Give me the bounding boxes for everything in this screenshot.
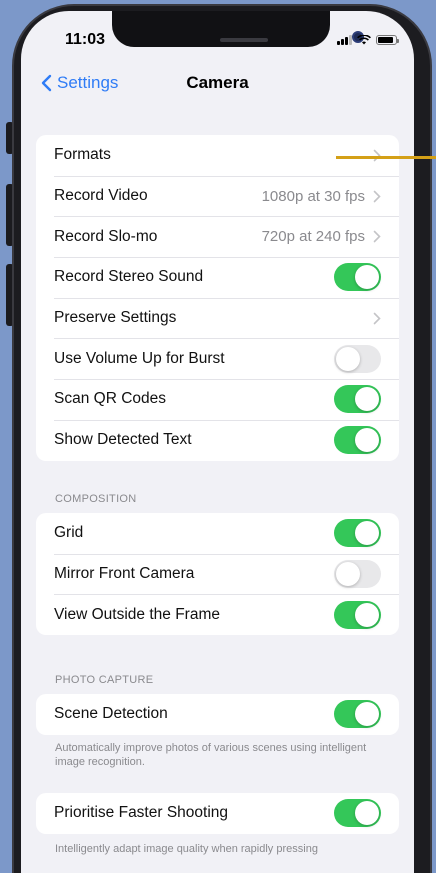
composition-header: COMPOSITION — [55, 493, 137, 505]
annotation-arrow — [336, 156, 436, 159]
photo-capture-group: Scene Detection — [36, 694, 399, 735]
toggle-knob — [336, 562, 360, 587]
toggle-knob — [355, 702, 379, 727]
row-label: Show Detected Text — [54, 431, 192, 449]
screen: 11:03 Settings Camera Formats Record Vide… — [21, 11, 414, 873]
row-label: Scan QR Codes — [54, 390, 166, 408]
row-label: Formats — [54, 146, 111, 164]
camera-settings-group: Formats Record Video 1080p at 30 fps Record… — [36, 135, 399, 461]
settings-row-preserve-settings[interactable]: Preserve Settings — [36, 297, 399, 339]
speaker-grille — [220, 38, 268, 42]
settings-row-record-video[interactable]: Record Video 1080p at 30 fps — [36, 175, 399, 217]
row-accessory — [334, 263, 381, 292]
toggle-knob — [355, 801, 379, 826]
page-title: Camera — [186, 73, 249, 92]
scene-detection-toggle[interactable] — [334, 700, 381, 729]
settings-row-grid: Grid — [36, 513, 399, 554]
settings-row-scan-qr-codes: Scan QR Codes — [36, 379, 399, 420]
toggle-knob — [355, 521, 379, 546]
settings-row-prioritise-faster-shooting: Prioritise Faster Shooting — [36, 793, 399, 834]
composition-group: Grid Mirror Front Camera View Outside the … — [36, 513, 399, 636]
wifi-icon — [357, 35, 371, 45]
settings-row-scene-detection: Scene Detection — [36, 694, 399, 735]
toggle-knob — [355, 428, 379, 453]
row-accessory: 720p at 240 fps — [262, 228, 381, 245]
row-accessory — [334, 385, 381, 414]
row-accessory — [334, 799, 381, 828]
cellular-signal-icon — [337, 35, 352, 45]
row-label: Record Slo-mo — [54, 227, 158, 245]
settings-row-mirror-front-camera: Mirror Front Camera — [36, 553, 399, 595]
row-accessory — [373, 312, 381, 325]
settings-row-view-outside-the-frame: View Outside the Frame — [36, 594, 399, 635]
record-stereo-sound-toggle[interactable] — [334, 263, 381, 292]
row-value: 720p at 240 fps — [261, 228, 365, 246]
row-label: Mirror Front Camera — [54, 565, 195, 583]
view-outside-the-frame-toggle[interactable] — [334, 600, 381, 629]
row-accessory — [334, 700, 381, 729]
row-accessory — [334, 519, 381, 548]
row-accessory — [334, 600, 381, 629]
row-value: 1080p at 30 fps — [261, 187, 365, 205]
row-accessory: 1080p at 30 fps — [262, 188, 381, 205]
status-time: 11:03 — [65, 31, 106, 48]
row-label: Record Video — [54, 187, 148, 205]
row-label: Preserve Settings — [54, 309, 177, 327]
faster-shooting-group: Prioritise Faster Shooting — [36, 793, 399, 834]
scene-detection-footnote: Automatically improve photos of various … — [55, 742, 367, 768]
use-volume-up-for-burst-toggle[interactable] — [334, 344, 381, 373]
show-detected-text-toggle[interactable] — [334, 426, 381, 455]
scan-qr-codes-toggle[interactable] — [334, 385, 381, 414]
mirror-front-camera-toggle[interactable] — [334, 560, 381, 589]
notch — [112, 11, 364, 47]
row-label: Scene Detection — [54, 705, 168, 723]
settings-row-show-detected-text: Show Detected Text — [36, 419, 399, 461]
photo-capture-header: PHOTO CAPTURE — [55, 674, 154, 686]
chevron-right-icon — [373, 190, 381, 202]
row-accessory — [334, 344, 381, 373]
settings-row-use-volume-up-for-burst: Use Volume Up for Burst — [36, 338, 399, 379]
row-accessory — [334, 426, 381, 455]
settings-row-record-slo-mo[interactable]: Record Slo-mo 720p at 240 fps — [36, 216, 399, 257]
row-accessory — [334, 560, 381, 589]
grid-toggle[interactable] — [334, 519, 381, 548]
faster-shooting-footnote: Intelligently adapt image quality when r… — [55, 843, 318, 855]
row-label: Record Stereo Sound — [54, 268, 204, 286]
settings-row-record-stereo-sound: Record Stereo Sound — [36, 257, 399, 298]
row-label: Prioritise Faster Shooting — [54, 804, 229, 822]
battery-icon — [376, 35, 399, 45]
row-label: View Outside the Frame — [54, 605, 220, 623]
toggle-knob — [336, 346, 360, 371]
chevron-right-icon — [373, 312, 381, 324]
status-icons — [337, 35, 399, 45]
row-label: Use Volume Up for Burst — [54, 349, 225, 367]
toggle-knob — [355, 602, 379, 627]
toggle-knob — [355, 265, 379, 290]
prioritise-faster-shooting-toggle[interactable] — [334, 799, 381, 828]
chevron-right-icon — [373, 230, 381, 243]
row-label: Grid — [54, 524, 84, 542]
toggle-knob — [355, 387, 379, 412]
